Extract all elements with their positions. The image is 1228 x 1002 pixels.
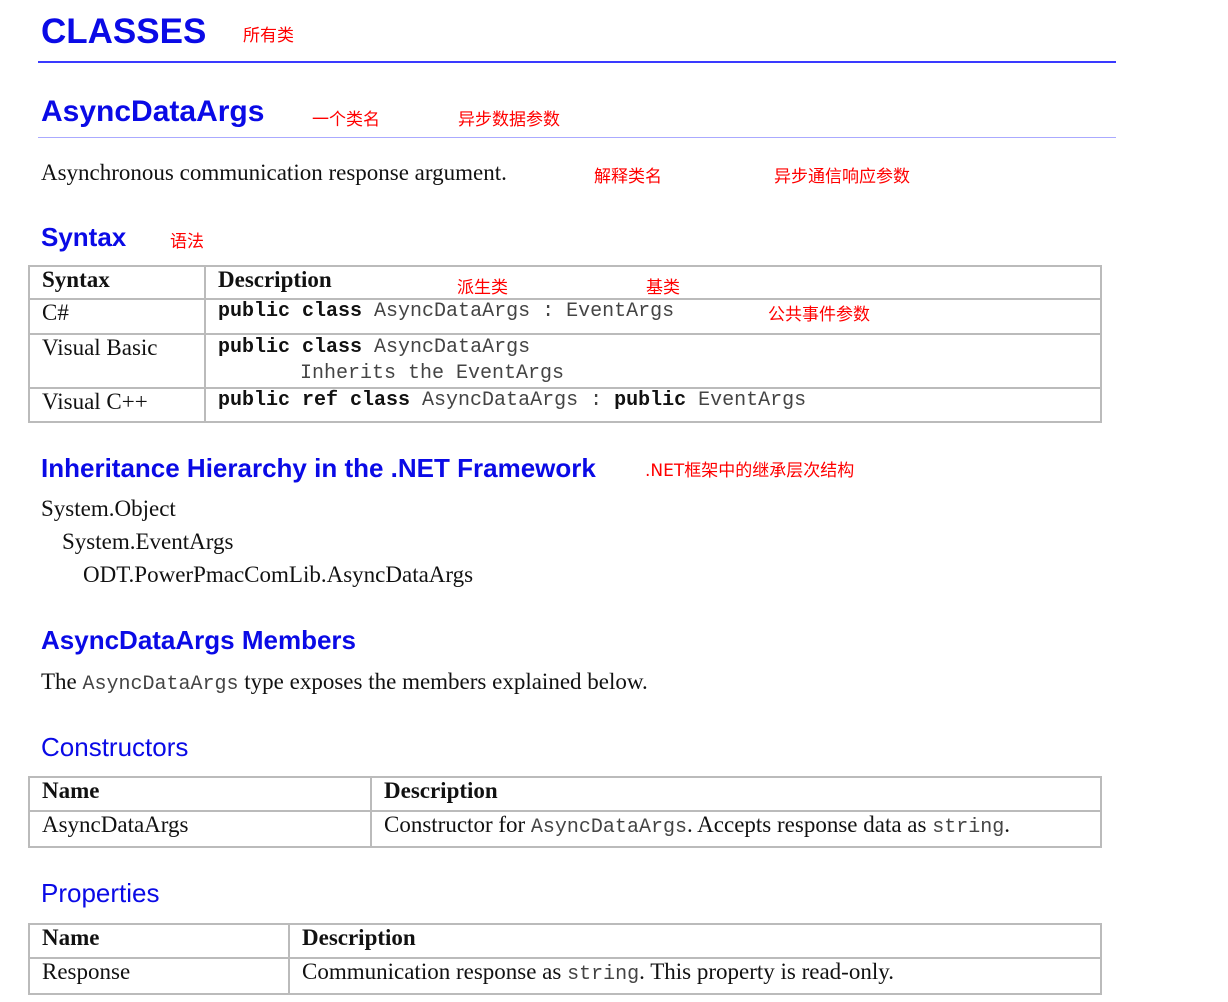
code-keyword: public ref class [218, 389, 411, 412]
constructors-table: Name Description AsyncDataArgs Constructor… [28, 776, 1102, 848]
syntax-lang: Visual Basic [28, 333, 206, 389]
syntax-table: Syntax Description C# public class AsyncDa… [28, 265, 1102, 423]
annotation: 解释类名 [594, 167, 662, 187]
annotation: 公共事件参数 [768, 305, 870, 325]
code-keyword: public class [218, 300, 363, 323]
members-text: The AsyncDataArgs type exposes the membe… [41, 669, 648, 696]
syntax-lang: C# [28, 298, 206, 335]
members-heading: AsyncDataArgs Members [41, 625, 357, 655]
annotation: 一个类名 [312, 110, 380, 130]
member-name: AsyncDataArgs [28, 810, 372, 848]
syntax-heading: Syntax [41, 222, 127, 252]
annotation: 异步通信响应参数 [774, 167, 910, 187]
code-name: AsyncDataArgs [374, 300, 531, 323]
annotation: .NET框架中的继承层次结构 [645, 461, 855, 481]
annotation: 基类 [646, 278, 680, 298]
page-title: CLASSES [41, 12, 207, 51]
column-header: Syntax [28, 265, 206, 300]
properties-heading: Properties [41, 878, 160, 908]
class-summary: Asynchronous communication response argu… [41, 160, 507, 185]
table-row: Visual C++ public ref class AsyncDataArgs… [28, 387, 1102, 423]
column-header: Description [288, 923, 1102, 959]
properties-table: Name Description Response Communication re… [28, 923, 1102, 995]
code-keyword: public class [218, 336, 363, 359]
table-row: AsyncDataArgs Constructor for AsyncDataAr… [28, 810, 1102, 848]
member-description: Communication response as string. This p… [288, 957, 1102, 995]
code-base: EventArgs [566, 300, 675, 323]
class-divider [38, 137, 1116, 138]
code-base: EventArgs [698, 389, 807, 412]
column-header: Description [370, 776, 1102, 812]
code-name: AsyncDataArgs [374, 336, 531, 359]
annotation: 派生类 [457, 278, 508, 298]
table-row: C# public class AsyncDataArgs : EventArgs [28, 298, 1102, 335]
title-divider [38, 61, 1116, 63]
code-name: AsyncDataArgs [422, 389, 579, 412]
code-sep: : [530, 300, 567, 323]
annotation: 异步数据参数 [458, 110, 560, 130]
annotation: 语法 [170, 232, 204, 252]
column-header: Name [28, 923, 290, 959]
inheritance-heading: Inheritance Hierarchy in the .NET Framew… [41, 453, 596, 483]
member-name: Response [28, 957, 290, 995]
hierarchy-item: System.EventArgs [62, 529, 234, 554]
hierarchy-item: ODT.PowerPmacComLib.AsyncDataArgs [83, 562, 474, 587]
code-line: Inherits the EventArgs [300, 362, 565, 385]
code-sep: : [578, 389, 615, 412]
class-heading: AsyncDataArgs [41, 95, 265, 128]
syntax-lang: Visual C++ [28, 387, 206, 423]
code-keyword: public [614, 389, 687, 412]
table-row: Visual Basic public class AsyncDataArgs In… [28, 333, 1102, 389]
hierarchy-item: System.Object [41, 496, 176, 521]
column-header: Name [28, 776, 372, 812]
member-description: Constructor for AsyncDataArgs. Accepts r… [370, 810, 1102, 848]
constructors-heading: Constructors [41, 732, 189, 762]
table-row: Response Communication response as string… [28, 957, 1102, 995]
annotation: 所有类 [243, 26, 294, 46]
